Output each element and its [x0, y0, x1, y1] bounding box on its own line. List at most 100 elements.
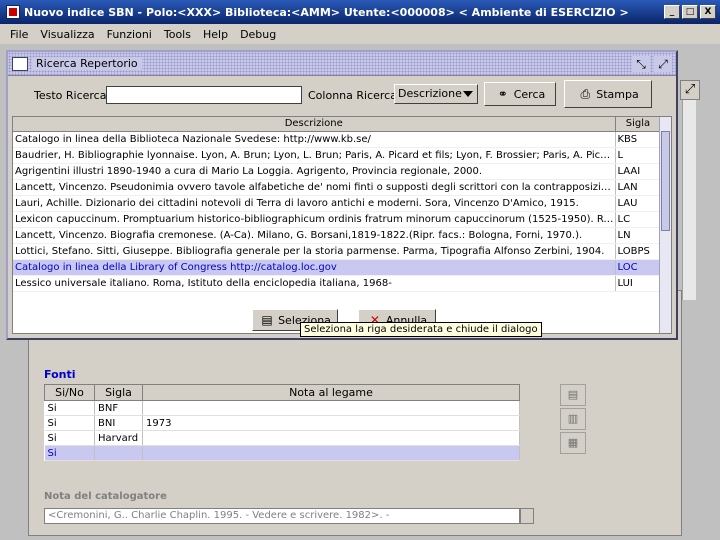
row-descrizione: Agrigentini illustri 1890-1940 a cura di… — [13, 163, 615, 180]
fonti-cell-sino: Si — [44, 400, 95, 416]
table-row[interactable]: Catalogo in linea della Biblioteca Nazio… — [13, 131, 661, 148]
colonna-ricerca-label: Colonna Ricerca — [308, 89, 397, 102]
nota-catalogatore-label: Nota del catalogatore — [44, 491, 167, 502]
row-descrizione: Lexicon capuccinum. Promptuarium histori… — [13, 211, 615, 228]
fonti-cell-sigla: BNI — [94, 415, 143, 431]
binoculars-icon: ⚭ — [497, 87, 508, 101]
expand-icon[interactable]: ⤢ — [680, 80, 700, 100]
menu-help[interactable]: Help — [197, 28, 234, 41]
row-descrizione: Lottici, Stefano. Sitti, Giuseppe. Bibli… — [13, 243, 615, 260]
stampa-button[interactable]: ⎙ Stampa — [564, 80, 652, 108]
app-icon — [6, 5, 20, 19]
col-descrizione[interactable]: Descrizione — [13, 117, 616, 132]
menu-debug[interactable]: Debug — [234, 28, 282, 41]
maximize-button[interactable]: □ — [682, 5, 698, 19]
minimize-button[interactable]: _ — [664, 5, 680, 19]
fonti-cell-sigla: Harvard — [94, 430, 143, 446]
results-table: Descrizione Sigla Catalogo in linea dell… — [13, 117, 662, 292]
window-title: Nuovo indice SBN - Polo:<XXX> Biblioteca… — [24, 5, 629, 19]
window-controls: _ □ X — [664, 5, 716, 19]
delete-row-icon: ▦ — [567, 436, 579, 449]
menu-visualizza[interactable]: Visualizza — [34, 28, 100, 41]
fonti-table: Si/No Sigla Nota al legame Si BNF Si BNI… — [44, 384, 520, 461]
edit-row-button[interactable]: ▥ — [560, 408, 586, 430]
table-row[interactable]: Baudrier, H. Bibliographie lyonnaise. Ly… — [13, 147, 661, 164]
dialog-maximize-icon[interactable]: ⤢ — [654, 55, 672, 72]
table-row[interactable]: Lexicon capuccinum. Promptuarium histori… — [13, 211, 661, 228]
table-row[interactable]: Lancett, Vincenzo. Pseudonimia ovvero ta… — [13, 179, 661, 196]
dialog-restore-icon[interactable]: ⤡ — [632, 55, 650, 72]
row-sigla: LAU — [614, 195, 661, 212]
select-icon: ▤ — [261, 313, 273, 327]
row-descrizione: Lancett, Vincenzo. Pseudonimia ovvero ta… — [13, 179, 615, 196]
row-sigla: KBS — [614, 131, 661, 148]
row-descrizione: Lessico universale italiano. Roma, Istit… — [13, 275, 615, 292]
table-row[interactable]: Lancett, Vincenzo. Biografia cremonese. … — [13, 227, 661, 244]
table-row[interactable]: Lessico universale italiano. Roma, Istit… — [13, 275, 661, 292]
fonti-cell-nota[interactable] — [142, 445, 520, 461]
table-row[interactable]: Si BNI 1973 — [44, 415, 520, 431]
col-sigla[interactable]: Sigla — [615, 117, 662, 132]
table-row[interactable]: Si — [44, 445, 520, 461]
seleziona-tooltip: Seleziona la riga desiderata e chiude il… — [300, 322, 542, 337]
ricerca-repertorio-dialog: Ricerca Repertorio ⤡ ⤢ Testo Ricerca Col… — [6, 50, 678, 340]
stampa-label: Stampa — [596, 87, 639, 101]
menu-bar: File Visualizza Funzioni Tools Help Debu… — [0, 24, 720, 44]
results-scrollbar[interactable] — [659, 117, 671, 333]
results-scrollbar-thumb[interactable] — [661, 131, 670, 231]
menu-funzioni[interactable]: Funzioni — [101, 28, 158, 41]
results-table-container: Descrizione Sigla Catalogo in linea dell… — [12, 116, 672, 334]
fonti-cell-nota[interactable]: 1973 — [142, 415, 520, 431]
menu-file[interactable]: File — [4, 28, 34, 41]
table-row[interactable]: Lottici, Stefano. Sitti, Giuseppe. Bibli… — [13, 243, 661, 260]
row-sigla: LUI — [614, 275, 661, 292]
menu-tools[interactable]: Tools — [158, 28, 197, 41]
row-descrizione: Catalogo in linea della Library of Congr… — [13, 259, 615, 276]
table-row[interactable]: Si Harvard — [44, 430, 520, 446]
fonti-cell-sino: Si — [44, 415, 95, 431]
fonti-col-sigla[interactable]: Sigla — [94, 384, 143, 401]
nota-scrollbar[interactable] — [520, 508, 534, 524]
add-row-icon: ▤ — [567, 388, 579, 401]
fonti-cell-nota[interactable] — [142, 400, 520, 416]
row-sigla: LOC — [614, 259, 661, 276]
row-sigla: LN — [614, 227, 661, 244]
add-row-button[interactable]: ▤ — [560, 384, 586, 406]
colonna-ricerca-value: Descrizione — [398, 87, 462, 100]
edit-row-icon: ▥ — [567, 412, 579, 425]
fonti-col-nota[interactable]: Nota al legame — [142, 384, 520, 401]
row-descrizione: Lancett, Vincenzo. Biografia cremonese. … — [13, 227, 615, 244]
row-sigla: LOBPS — [614, 243, 661, 260]
close-button[interactable]: X — [700, 5, 716, 19]
main-title-bar: Nuovo indice SBN - Polo:<XXX> Biblioteca… — [0, 0, 720, 24]
fonti-cell-sino: Si — [44, 445, 95, 461]
fonti-cell-sigla — [94, 445, 143, 461]
nota-catalogatore-field[interactable]: <Cremonini, G.. Charlie Chaplin. 1995. -… — [44, 508, 520, 524]
fonti-cell-sigla: BNF — [94, 400, 143, 416]
fonti-cell-nota[interactable] — [142, 430, 520, 446]
dialog-title: Ricerca Repertorio — [32, 57, 142, 70]
row-descrizione: Lauri, Achille. Dizionario dei cittadini… — [13, 195, 615, 212]
row-sigla: L — [614, 147, 661, 164]
table-row[interactable]: Lauri, Achille. Dizionario dei cittadini… — [13, 195, 661, 212]
fonti-label: Fonti — [44, 368, 76, 381]
cerca-label: Cerca — [513, 87, 546, 101]
fonti-cell-sino: Si — [44, 430, 95, 446]
table-row[interactable]: Agrigentini illustri 1890-1940 a cura di… — [13, 163, 661, 180]
printer-icon: ⎙ — [580, 87, 591, 101]
table-row[interactable]: Si BNF — [44, 400, 520, 416]
fonti-col-sino[interactable]: Si/No — [44, 384, 95, 401]
table-row[interactable]: Catalogo in linea della Library of Congr… — [13, 259, 661, 276]
testo-ricerca-input[interactable] — [106, 86, 302, 104]
row-sigla: LAAI — [614, 163, 661, 180]
background-scrollbar[interactable] — [682, 100, 696, 300]
dialog-window-icon — [12, 56, 28, 71]
row-descrizione: Baudrier, H. Bibliographie lyonnaise. Ly… — [13, 147, 615, 164]
chevron-down-icon — [463, 91, 473, 97]
dialog-title-bar: Ricerca Repertorio ⤡ ⤢ — [8, 52, 676, 76]
row-sigla: LAN — [614, 179, 661, 196]
testo-ricerca-label: Testo Ricerca — [34, 89, 107, 102]
delete-row-button[interactable]: ▦ — [560, 432, 586, 454]
colonna-ricerca-select[interactable]: Descrizione — [394, 84, 478, 104]
cerca-button[interactable]: ⚭ Cerca — [484, 82, 556, 106]
